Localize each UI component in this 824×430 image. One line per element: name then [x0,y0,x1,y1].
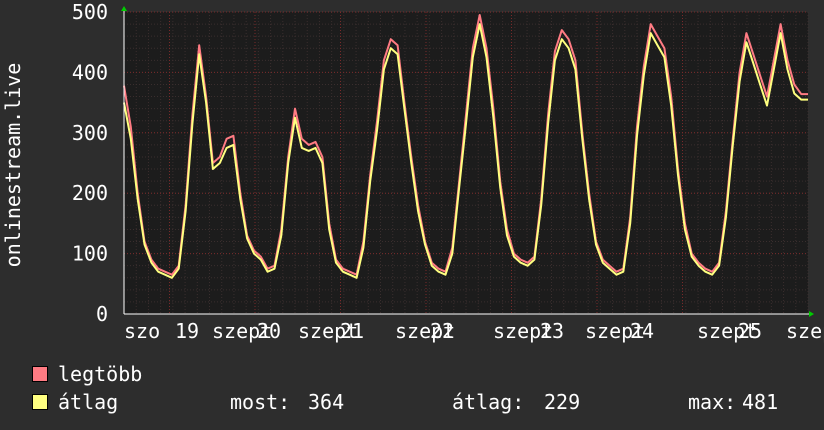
stat-most-value: 364 [308,390,345,414]
x-tick-label: 21 [340,319,364,343]
x-tick-label: szept [786,319,824,343]
y-axis-arrow [121,6,127,11]
x-tick-label: 23 [540,319,564,343]
y-tick-label: 100 [72,242,108,266]
y-tick-label: 400 [72,60,108,84]
y-tick-label: 0 [96,302,108,326]
y-tick-label: 200 [72,181,108,205]
x-tick-label: 25 [738,319,762,343]
legend-label-atlag: átlag [58,390,119,414]
stat-max-value: 481 [742,390,779,414]
x-axis-arrow [809,311,814,317]
legend-label-legtobb: legtöbb [58,362,143,386]
x-tick-label: 22 [430,319,454,343]
stat-max-label: max: [688,390,737,414]
x-tick-label: 24 [630,319,654,343]
legend-swatch-legtobb [32,366,48,382]
x-tick-label: 19 [175,319,199,343]
y-tick-label: 500 [72,0,108,24]
y-axis-label: onlinestream.live [1,63,25,268]
stat-most-label: most: [230,390,291,414]
legend-swatch-atlag [32,394,48,410]
stat-atlag-value: 229 [544,390,581,414]
x-tick-label: 20 [257,319,281,343]
stat-atlag-label: átlag: [452,390,525,414]
y-tick-label: 300 [72,121,108,145]
chart: 0100200300400500szo 19 szept20 szept21 szept… [1,0,824,343]
x-tick-label: szo [124,319,160,343]
